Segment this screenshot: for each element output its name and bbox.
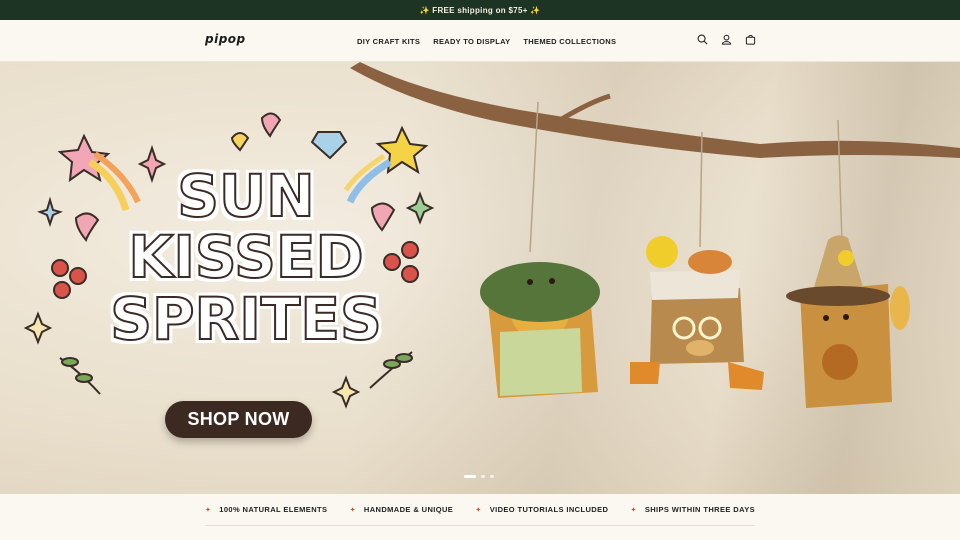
- announcement-text: ✨ FREE shipping on $75+ ✨: [419, 5, 541, 15]
- header-icons: [695, 32, 757, 46]
- ornament-right: [786, 235, 910, 408]
- sparkle-icon: ✦: [205, 506, 212, 514]
- feature-item: ✦ 100% NATURAL ELEMENTS: [205, 505, 328, 514]
- shop-now-button[interactable]: SHOP NOW: [165, 401, 312, 438]
- nav-themed-collections[interactable]: THEMED COLLECTIONS: [523, 37, 616, 46]
- ornament-middle: [630, 236, 764, 390]
- hero-title: SUN KISSED SPRITES: [86, 162, 406, 353]
- feature-item: ✦ VIDEO TUTORIALS INCLUDED: [475, 505, 609, 514]
- sparkle-icon: ✦: [349, 506, 356, 514]
- cart-icon[interactable]: [743, 32, 757, 46]
- nav-diy-craft-kits[interactable]: DIY CRAFT KITS: [357, 37, 420, 46]
- nav-ready-to-display[interactable]: READY TO DISPLAY: [433, 37, 510, 46]
- ornament-left: [480, 262, 600, 398]
- search-icon[interactable]: [695, 32, 709, 46]
- sparkle-icon: ✦: [630, 506, 637, 514]
- branch: [350, 62, 960, 158]
- slider-dots: [464, 475, 494, 478]
- slide-dot-1[interactable]: [464, 475, 476, 478]
- hero-banner[interactable]: SUN KISSED SPRITES SHOP NOW: [0, 62, 960, 494]
- account-icon[interactable]: [719, 32, 733, 46]
- features-bar: ✦ 100% NATURAL ELEMENTS ✦ HANDMADE & UNIQU…: [0, 494, 960, 540]
- hero-title-line-1: SUN: [176, 162, 315, 230]
- hero-title-line-2: KISSED: [127, 223, 364, 291]
- feature-item: ✦ SHIPS WITHIN THREE DAYS: [630, 505, 755, 514]
- announcement-bar: ✨ FREE shipping on $75+ ✨: [0, 0, 960, 20]
- sparkle-icon: ✦: [475, 506, 482, 514]
- slide-dot-2[interactable]: [481, 475, 485, 478]
- slide-dot-3[interactable]: [490, 475, 494, 478]
- main-nav: DIY CRAFT KITS READY TO DISPLAY THEMED C…: [357, 20, 616, 62]
- feature-item: ✦ HANDMADE & UNIQUE: [349, 505, 454, 514]
- logo[interactable]: pipop: [205, 32, 246, 46]
- site-header: pipop DIY CRAFT KITS READY TO DISPLAY TH…: [0, 20, 960, 62]
- hero-title-line-3: SPRITES: [109, 285, 382, 353]
